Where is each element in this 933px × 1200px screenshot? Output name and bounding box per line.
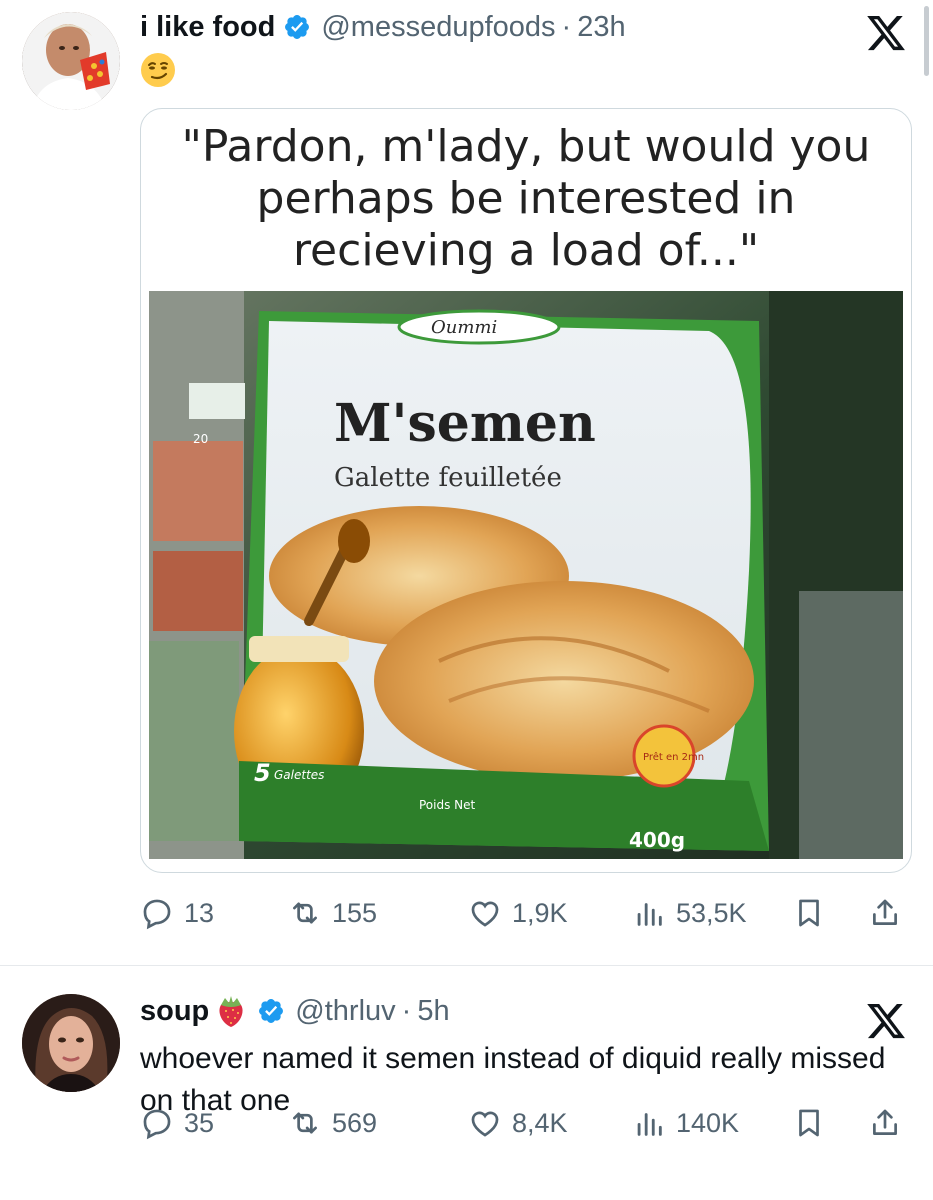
author-name[interactable]: i like food [140,11,275,44]
timestamp[interactable]: 5h [417,995,449,1028]
shelf-tag-text: 20 [193,432,208,446]
strawberry-emoji-icon [219,996,243,1027]
heart-icon [471,1111,499,1137]
reply-icon [143,899,171,930]
package-title: M'semen [334,393,596,454]
like-count: 1,9K [512,897,568,928]
tweet-header: soup @thrluv · 5h [140,990,450,1032]
like-button[interactable]: 1,9K [468,888,568,938]
smirking-face-emoji-icon [141,53,175,87]
repost-icon [293,1112,317,1134]
reply-button[interactable]: 35 [140,1098,214,1148]
package-weight: 400g [629,828,685,852]
bookmark-icon [799,899,819,927]
author-handle[interactable]: @thrluv [295,995,395,1028]
repost-count: 569 [332,1107,378,1138]
repost-button[interactable]: 155 [288,888,377,938]
share-icon [873,899,897,925]
reply-icon [143,1109,171,1140]
share-button[interactable] [868,1098,902,1148]
views-chart-icon [637,1113,662,1136]
like-count: 8,4K [512,1107,568,1138]
bookmark-button[interactable] [792,888,826,938]
reply-count: 35 [184,1107,215,1138]
share-icon [873,1109,897,1135]
meme-photo: 20 Oummi M'semen Galette feuilletée 5 Ga… [149,291,903,859]
views-count: 140K [676,1107,740,1138]
tweet-header: i like food @messedupfoods · 23h [140,6,626,48]
x-logo-icon[interactable] [865,1000,907,1042]
timestamp[interactable]: 23h [577,11,625,44]
heart-icon [471,901,499,927]
tweet-card[interactable]: soup @thrluv · 5h whoever named it semen… [0,966,933,1200]
separator-dot: · [561,10,572,43]
repost-button[interactable]: 569 [288,1098,377,1148]
views-button[interactable]: 53,5K [632,888,747,938]
reply-button[interactable]: 13 [140,888,214,938]
views-button[interactable]: 140K [632,1098,739,1148]
bookmark-icon [799,1109,819,1137]
package-brand: Oummi [431,317,497,338]
scrollbar[interactable] [924,6,929,76]
package-subtitle: Galette feuilletée [334,463,562,493]
views-chart-icon [637,903,662,926]
meme-caption: "Pardon, m'lady, but would you perhaps b… [181,121,871,276]
reply-count: 13 [184,897,215,928]
avatar[interactable] [22,994,120,1092]
avatar-photo [22,994,120,1092]
verified-badge-icon [259,999,284,1023]
package-badge: Prêt en 2mn [643,751,704,763]
views-count: 53,5K [676,897,747,928]
package-count-label: Galettes [274,768,324,782]
x-logo-icon[interactable] [865,12,907,54]
tweet-actions: 13 155 1,9K 53,5K [140,888,912,938]
tweet-media[interactable]: "Pardon, m'lady, but would you perhaps b… [140,108,912,873]
verified-badge-icon [285,15,310,39]
tweet-card[interactable]: i like food @messedupfoods · 23h "Pardon… [0,0,933,965]
repost-count: 155 [332,897,378,928]
separator-dot: · [401,994,412,1027]
tweet-actions: 35 569 8,4K 140K [140,1098,912,1148]
avatar-photo [22,12,120,110]
package-weight-label: Poids Net [419,798,476,812]
msemen-package-photo: 20 Oummi M'semen Galette feuilletée 5 Ga… [149,291,903,859]
author-handle[interactable]: @messedupfoods [321,11,555,44]
like-button[interactable]: 8,4K [468,1098,568,1148]
package-count: 5 [254,759,271,787]
avatar[interactable] [22,12,120,110]
author-name[interactable]: soup [140,995,209,1028]
share-button[interactable] [868,888,902,938]
repost-icon [293,902,317,924]
bookmark-button[interactable] [792,1098,826,1148]
